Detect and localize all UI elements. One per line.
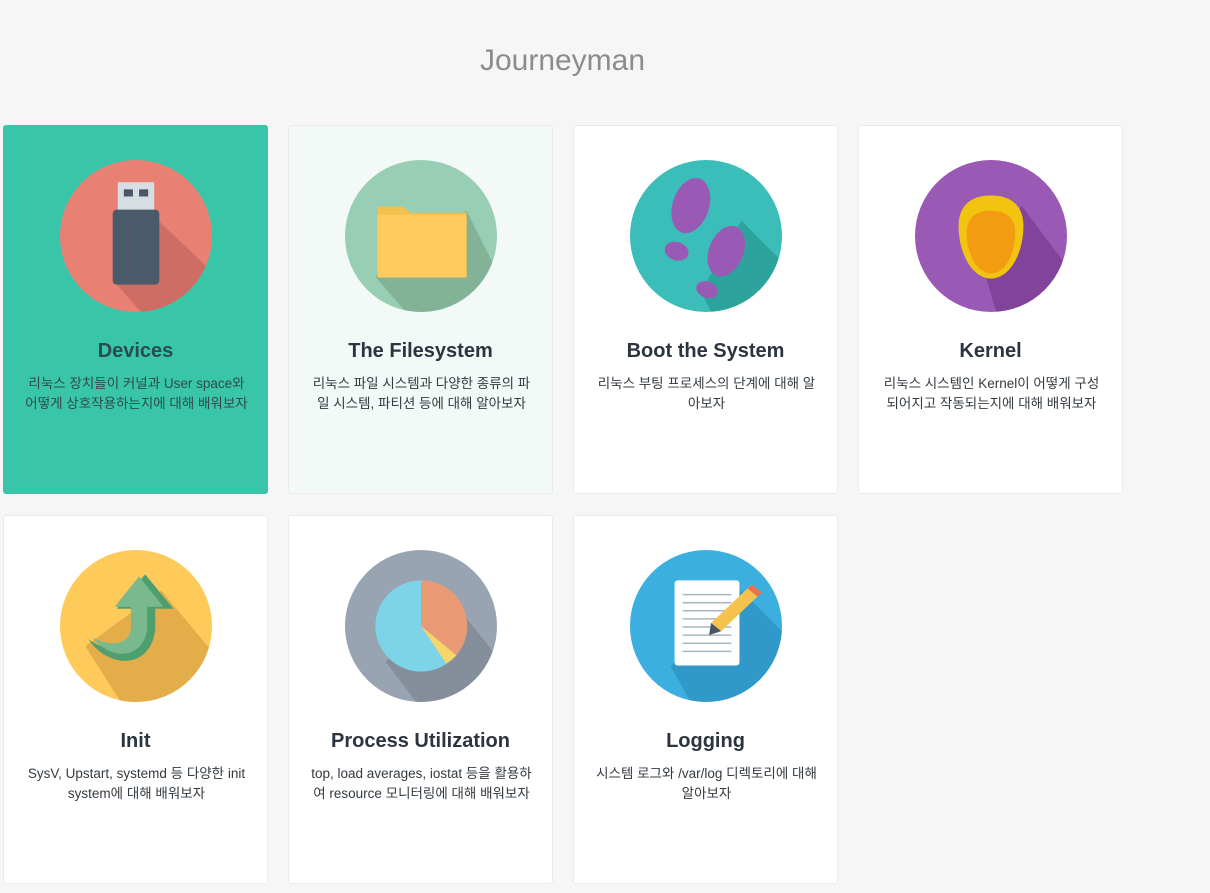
card-title: Init (120, 730, 151, 752)
card-title: The Filesystem (348, 340, 493, 362)
card-description: 리눅스 파일 시스템과 다양한 종류의 파일 시스템, 파티션 등에 대해 알아… (312, 376, 531, 411)
card-title: Kernel (959, 340, 1022, 362)
page-title: Journeyman (479, 44, 646, 77)
curved-arrow-icon (60, 550, 212, 702)
card-kernel[interactable]: Kernel 리눅스 시스템인 Kernel이 어떻게 구성되어지고 작동되는지… (858, 125, 1123, 494)
card-logging[interactable]: Logging 시스템 로그와 /var/log 디렉토리에 대해 알아보자 (573, 515, 838, 884)
card-process-utilization[interactable]: Process Utilization top, load averages, … (288, 515, 553, 884)
card-filesystem[interactable]: The Filesystem 리눅스 파일 시스템과 다양한 종류의 파일 시스… (288, 125, 553, 494)
card-init[interactable]: Init SysV, Upstart, systemd 등 다양한 init s… (3, 515, 268, 884)
card-title: Process Utilization (331, 730, 510, 752)
card-description: 리눅스 장치들이 커널과 User space와 어떻게 상호작용하는지에 대해… (25, 376, 248, 411)
card-description: top, load averages, iostat 등을 활용하여 resou… (311, 766, 532, 801)
kernel-seed-icon (915, 160, 1067, 312)
card-title: Boot the System (626, 340, 785, 362)
card-description: SysV, Upstart, systemd 등 다양한 init system… (27, 766, 246, 801)
card-boot[interactable]: Boot the System 리눅스 부팅 프로세스의 단계에 대해 알아보자 (573, 125, 838, 494)
usb-drive-icon (60, 160, 212, 312)
card-description: 리눅스 부팅 프로세스의 단계에 대해 알아보자 (597, 376, 816, 411)
card-title: Logging (666, 730, 745, 752)
document-pencil-icon (630, 550, 782, 702)
card-description: 리눅스 시스템인 Kernel이 어떻게 구성되어지고 작동되는지에 대해 배워… (883, 376, 1100, 411)
card-title: Devices (97, 340, 174, 362)
card-devices[interactable]: Devices 리눅스 장치들이 커널과 User space와 어떻게 상호작… (3, 125, 268, 494)
footprints-icon (630, 160, 782, 312)
pie-chart-icon (345, 550, 497, 702)
folder-icon (345, 160, 497, 312)
card-description: 시스템 로그와 /var/log 디렉토리에 대해 알아보자 (596, 766, 817, 801)
